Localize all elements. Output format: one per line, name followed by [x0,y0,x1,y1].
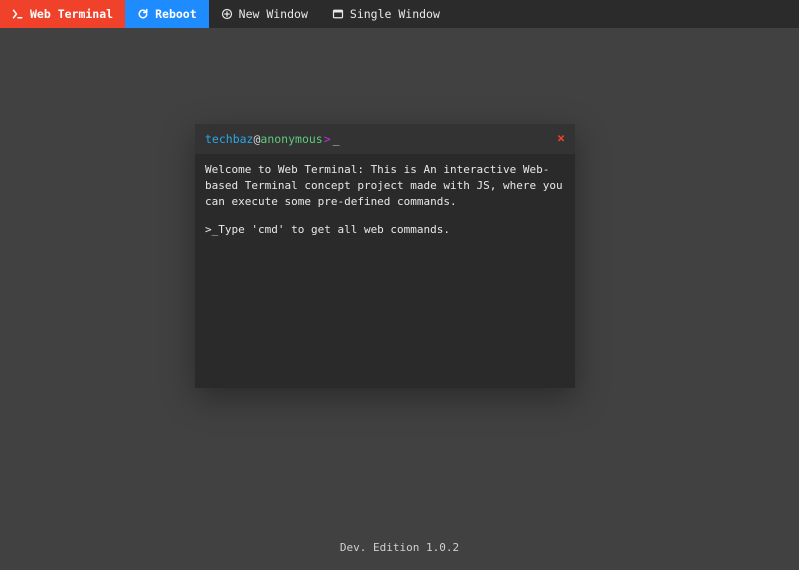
reboot-button[interactable]: Reboot [125,0,209,28]
brand-label: Web Terminal [30,7,113,21]
plus-circle-icon [221,8,233,20]
window-icon [332,8,344,20]
prompt-host: anonymous [260,132,322,146]
refresh-icon [137,8,149,20]
reboot-label: Reboot [155,7,197,21]
top-bar: Web Terminal Reboot New Window Single Wi… [0,0,799,28]
terminal-hint-text: >_Type 'cmd' to get all web commands. [205,222,565,238]
terminal-body[interactable]: Welcome to Web Terminal: This is An inte… [195,154,575,388]
terminal-icon [12,8,24,20]
terminal-window[interactable]: techbaz@anonymous>_ × Welcome to Web Ter… [195,124,575,388]
new-window-label: New Window [239,7,308,21]
terminal-titlebar[interactable]: techbaz@anonymous>_ × [195,124,575,154]
brand-button[interactable]: Web Terminal [0,0,125,28]
terminal-welcome-text: Welcome to Web Terminal: This is An inte… [205,162,565,210]
prompt-cursor: _ [333,132,340,146]
version-label: Dev. Edition 1.0.2 [0,541,799,554]
workspace: techbaz@anonymous>_ × Welcome to Web Ter… [0,28,799,570]
prompt-gt: > [324,132,331,146]
prompt-at: @ [253,132,260,146]
prompt-user: techbaz [205,132,253,146]
single-window-button[interactable]: Single Window [320,0,452,28]
new-window-button[interactable]: New Window [209,0,320,28]
single-window-label: Single Window [350,7,440,21]
close-icon[interactable]: × [557,133,565,146]
